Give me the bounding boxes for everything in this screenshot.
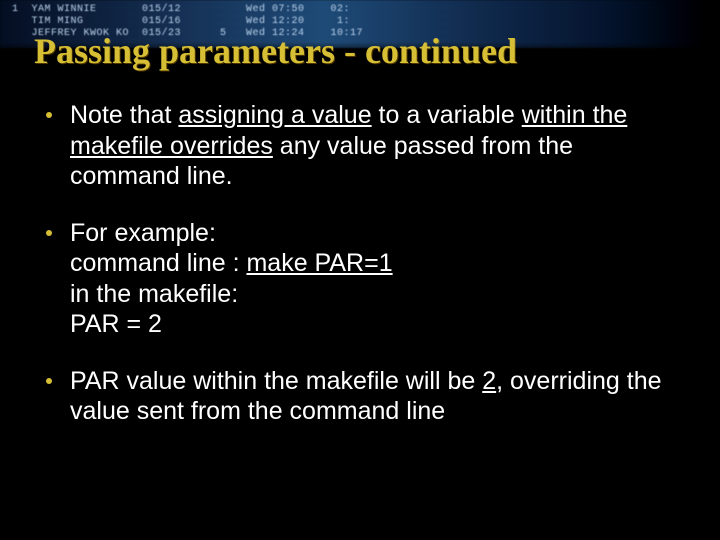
- text-fragment: command line :: [70, 249, 246, 277]
- bullet-2: For example: command line : make PAR=1 i…: [40, 218, 676, 340]
- banner-line-1: 1 YAM WINNIE 015/12 Wed 07:50 02:: [12, 4, 350, 15]
- text-fragment: PAR value within the makefile will be: [70, 367, 482, 395]
- text-fragment: Note that: [70, 101, 178, 129]
- bullet-2-line-1: For example:: [70, 218, 676, 249]
- bullet-icon: [46, 112, 52, 118]
- bullet-2-line-4: PAR = 2: [70, 309, 676, 340]
- slide-body: Note that assigning a value to a variabl…: [40, 100, 676, 453]
- banner-line-2: TIM MING 015/16 Wed 12:20 1:: [12, 16, 350, 27]
- text-underline: make PAR=1: [246, 249, 392, 277]
- slide: 1 YAM WINNIE 015/12 Wed 07:50 02: TIM MI…: [0, 0, 720, 540]
- bullet-icon: [46, 378, 52, 384]
- bullet-2-line-2: command line : make PAR=1: [70, 248, 676, 279]
- text-underline: 2: [482, 367, 496, 395]
- text-underline: assigning a value: [178, 101, 371, 129]
- bullet-3: PAR value within the makefile will be 2,…: [40, 366, 676, 427]
- bullet-icon: [46, 230, 52, 236]
- bullet-1: Note that assigning a value to a variabl…: [40, 100, 676, 192]
- slide-title: Passing parameters - continued: [34, 32, 690, 72]
- bullet-3-text: PAR value within the makefile will be 2,…: [70, 367, 662, 426]
- bullet-2-line-3: in the makefile:: [70, 279, 676, 310]
- bullet-1-text: Note that assigning a value to a variabl…: [70, 101, 627, 190]
- text-fragment: to a variable: [372, 101, 522, 129]
